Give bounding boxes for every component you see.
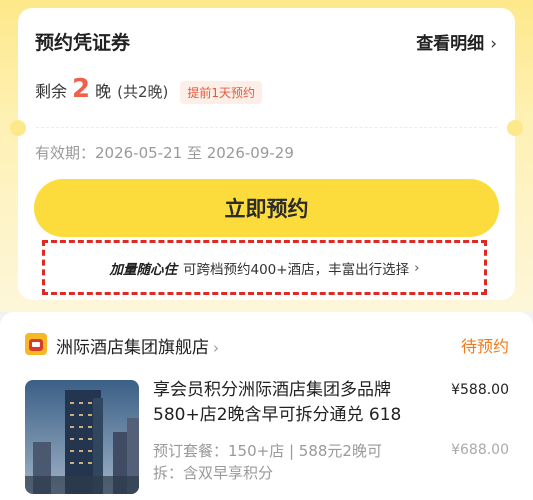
chevron-right-icon: › [213, 339, 219, 357]
chevron-right-icon: › [490, 34, 497, 54]
card-notch-left [10, 120, 26, 136]
remain-unit: 晚 [95, 82, 112, 101]
product-price: ¥588.00 [451, 382, 509, 398]
order-card: 洲际酒店集团旗舰店 › 待预约 享会员积分洲际酒店集团多品牌580+店2晚含早可… [0, 312, 533, 500]
card-notch-right [507, 120, 523, 136]
advance-booking-badge: 提前1天预约 [180, 81, 263, 104]
package-description: 预订套餐：150+店 | 588元2晚可拆：含双早享积分 [153, 442, 382, 482]
view-details-link[interactable]: 查看明细 › [416, 29, 497, 54]
promo-highlight: 加量随心住 [109, 261, 178, 278]
order-status: 待预约 [460, 337, 509, 356]
view-details-label: 查看明细 [416, 34, 485, 54]
remain-prefix: 剩余 [35, 82, 68, 101]
book-now-button[interactable]: 立即预约 [34, 179, 499, 237]
remain-total: (共2晚) [117, 83, 169, 101]
remain-count: 2 [72, 74, 91, 104]
validity-period: 有效期：2026-05-21 至 2026-09-29 [35, 144, 294, 162]
voucher-title: 预约凭证券 [35, 32, 131, 54]
shop-link[interactable]: 洲际酒店集团旗舰店 › [56, 333, 219, 358]
promo-text: 可跨档预约400+酒店，丰富出行选择 [183, 261, 410, 278]
promo-banner[interactable]: 加量随心住 可跨档预约400+酒店，丰富出行选择 › [42, 240, 487, 295]
dashed-divider [36, 127, 497, 128]
voucher-card: 预约凭证券 查看明细 › 剩余 2 晚 (共2晚) 提前1天预约 有效期：2026… [10, 8, 523, 300]
remaining-nights: 剩余 2 晚 (共2晚) 提前1天预约 [35, 74, 263, 104]
product-title[interactable]: 享会员积分洲际酒店集团多品牌580+店2晚含早可拆分通兑 618 [153, 378, 438, 428]
shop-logo-icon [25, 333, 47, 355]
original-price: ¥688.00 [451, 442, 509, 458]
shop-name: 洲际酒店集团旗舰店 [56, 338, 209, 358]
product-thumbnail[interactable] [25, 380, 139, 494]
chevron-right-icon: › [414, 259, 420, 276]
